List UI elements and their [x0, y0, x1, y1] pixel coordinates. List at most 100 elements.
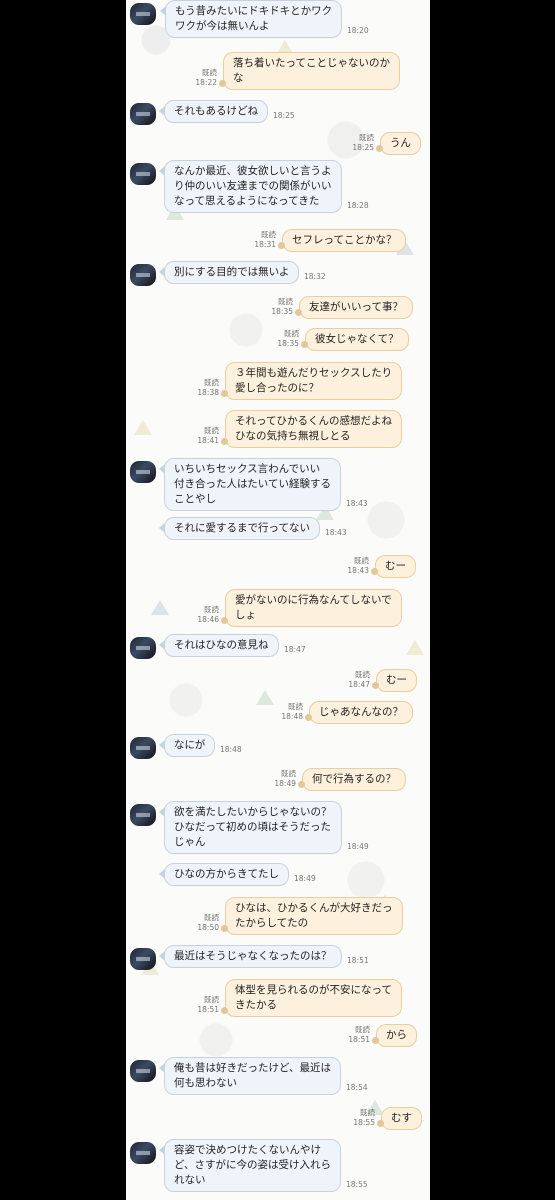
- message-timestamp: 18:46: [197, 615, 219, 624]
- read-receipt: 既読: [288, 702, 303, 711]
- incoming-message-bubble[interactable]: もう昔みたいにドキドキとかワク ワクが今は無いんよ: [165, 0, 343, 38]
- contact-avatar[interactable]: [130, 1060, 156, 1082]
- read-receipt: 既読: [355, 1025, 370, 1034]
- bubble-tail: [159, 807, 165, 817]
- outgoing-message-bubble[interactable]: うん: [380, 132, 421, 155]
- bubble-tail: [372, 1037, 379, 1044]
- contact-avatar[interactable]: [130, 637, 156, 659]
- contact-avatar[interactable]: [130, 461, 156, 483]
- bubble-tail: [221, 617, 228, 624]
- contact-avatar[interactable]: [130, 264, 156, 286]
- read-receipt: 既読: [284, 329, 299, 338]
- outgoing-message-bubble[interactable]: 体型を見られるのが不安になって きたかる: [225, 979, 402, 1017]
- message-timestamp: 18:43: [347, 566, 369, 575]
- message-timestamp: 18:31: [254, 240, 276, 249]
- read-receipt: 既読: [204, 995, 219, 1004]
- read-receipt: 既読: [261, 230, 276, 239]
- contact-avatar[interactable]: [130, 3, 156, 25]
- incoming-message-bubble[interactable]: 別にする目的では無いよ: [164, 261, 300, 284]
- outgoing-message-bubble[interactable]: から: [376, 1024, 417, 1047]
- bubble-tail: [372, 682, 379, 689]
- bubble-tail: [219, 80, 226, 87]
- message-timestamp: 18:28: [347, 201, 369, 210]
- message-timestamp: 18:43: [346, 499, 368, 508]
- bubble-tail: [376, 145, 383, 152]
- incoming-message-bubble[interactable]: いちいちセックス言わんでいい 付き合った人はたいてい経験する ことやし: [164, 458, 341, 511]
- bubble-tail: [160, 6, 166, 16]
- bubble-tail: [159, 267, 165, 277]
- outgoing-message-bubble[interactable]: 彼女じゃなくて？: [305, 328, 409, 351]
- message-timestamp: 18:41: [197, 436, 219, 445]
- message-timestamp: 18:51: [197, 1005, 219, 1014]
- contact-avatar[interactable]: [130, 1142, 156, 1164]
- incoming-message-bubble[interactable]: 容姿で決めつけたくないんやけ ど、さすがに今の姿は受け入れら れない: [164, 1139, 341, 1192]
- bubble-tail: [159, 740, 165, 750]
- incoming-message-bubble[interactable]: それもあるけどね: [164, 100, 268, 123]
- message-timestamp: 18:54: [346, 1083, 368, 1092]
- message-timestamp: 18:55: [346, 1180, 368, 1189]
- read-receipt: 既読: [355, 670, 370, 679]
- bubble-tail: [159, 640, 165, 650]
- bubble-tail: [295, 309, 302, 316]
- message-timestamp: 18:20: [347, 26, 369, 35]
- contact-avatar[interactable]: [130, 737, 156, 759]
- bubble-tail: [221, 438, 228, 445]
- outgoing-message-bubble[interactable]: 友達がいいって事？: [299, 296, 413, 319]
- outgoing-message-bubble[interactable]: ３年間も遊んだりセックスしたり 愛し合ったのに？: [225, 362, 403, 400]
- incoming-message-bubble[interactable]: 欲を満たしたいからじゃないの？ ひなだって初めの頃はそうだった じゃん: [164, 801, 342, 854]
- message-timestamp: 18:48: [281, 712, 303, 721]
- bubble-tail: [221, 1007, 228, 1014]
- outgoing-message-bubble[interactable]: むー: [375, 555, 416, 578]
- message-timestamp: 18:25: [273, 111, 295, 120]
- read-receipt: 既読: [204, 605, 219, 614]
- message-timestamp: 18:49: [347, 842, 369, 851]
- message-timestamp: 18:25: [352, 143, 374, 152]
- outgoing-message-bubble[interactable]: ひなは、ひかるくんが大好きだっ たからしてたの: [225, 897, 403, 935]
- incoming-message-bubble[interactable]: それはひなの意見ね: [164, 634, 279, 657]
- message-timestamp: 18:51: [348, 1035, 370, 1044]
- message-timestamp: 18:43: [325, 528, 347, 537]
- message-timestamp: 18:48: [220, 745, 242, 754]
- read-receipt: 既読: [359, 133, 374, 142]
- incoming-message-bubble[interactable]: 俺も昔は好きだったけど、最近は 何も思わない: [164, 1057, 341, 1095]
- outgoing-message-bubble[interactable]: それってひかるくんの感想だよね ひなの気持ち無視しとる: [225, 410, 402, 448]
- outgoing-message-bubble[interactable]: セフレってことかな？: [282, 229, 407, 252]
- message-timestamp: 18:47: [348, 680, 370, 689]
- contact-avatar[interactable]: [130, 103, 156, 125]
- bubble-tail: [278, 242, 285, 249]
- bubble-tail: [159, 1145, 165, 1155]
- contact-avatar[interactable]: [130, 804, 156, 826]
- contact-avatar[interactable]: [130, 948, 156, 970]
- read-receipt: 既読: [278, 297, 293, 306]
- message-timestamp: 18:35: [277, 339, 299, 348]
- message-timestamp: 18:47: [284, 645, 306, 654]
- outgoing-message-bubble[interactable]: むす: [381, 1107, 422, 1130]
- incoming-message-bubble[interactable]: ひなの方からきてたし: [164, 863, 289, 886]
- outgoing-message-bubble[interactable]: むー: [376, 669, 417, 692]
- read-receipt: 既読: [202, 68, 217, 77]
- incoming-message-bubble[interactable]: なにが: [164, 734, 216, 757]
- incoming-message-bubble[interactable]: なんか最近、彼女欲しいと言うよ り仲のいい友達までの関係がいい なって思えるよう…: [164, 160, 342, 213]
- read-receipt: 既読: [281, 769, 296, 778]
- read-receipt: 既読: [354, 556, 369, 565]
- bubble-tail: [159, 523, 165, 533]
- read-receipt: 既読: [204, 913, 219, 922]
- incoming-message-bubble[interactable]: 最近はそうじゃなくなったのは？: [164, 945, 342, 968]
- bubble-tail: [159, 464, 165, 474]
- bubble-tail: [221, 390, 228, 397]
- outgoing-message-bubble[interactable]: 落ち着いたってことじゃないのか な: [223, 52, 400, 90]
- incoming-message-bubble[interactable]: それに愛するまで行ってない: [164, 517, 320, 540]
- message-timestamp: 18:50: [197, 923, 219, 932]
- chat-history[interactable]: もう昔みたいにドキドキとかワク ワクが今は無いんよ 18:20 落ち着いたってことじ…: [126, 0, 430, 1200]
- message-timestamp: 18:22: [195, 78, 217, 87]
- message-timestamp: 18:55: [353, 1118, 375, 1127]
- bubble-tail: [159, 1063, 165, 1073]
- contact-avatar[interactable]: [130, 163, 156, 185]
- outgoing-message-bubble[interactable]: 愛がないのに行為なんてしないで しょ: [225, 589, 402, 627]
- outgoing-message-bubble[interactable]: じゃあなんなの？: [309, 701, 413, 724]
- message-timestamp: 18:49: [274, 779, 296, 788]
- bubble-tail: [377, 1120, 384, 1127]
- outgoing-message-bubble[interactable]: 何で行為するの？: [302, 768, 406, 791]
- read-receipt: 既読: [204, 378, 219, 387]
- bubble-tail: [221, 925, 228, 932]
